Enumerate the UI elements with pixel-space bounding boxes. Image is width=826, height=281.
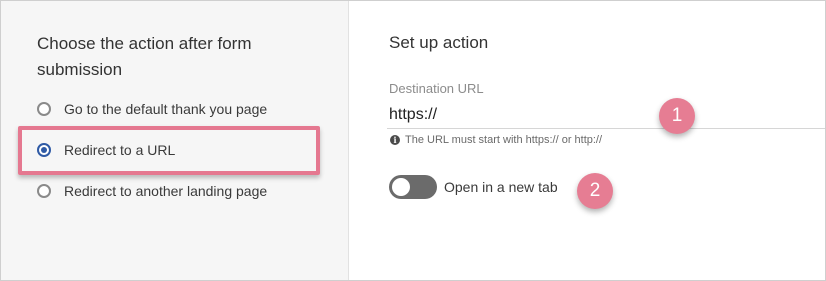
destination-url-input[interactable] bbox=[387, 101, 825, 129]
setup-action-title: Set up action bbox=[389, 33, 489, 52]
callout-badge-1: 1 bbox=[659, 98, 695, 134]
radio-default-thank-you[interactable] bbox=[37, 102, 51, 116]
option-default-thank-you[interactable]: Go to the default thank you page bbox=[37, 97, 267, 121]
radio-redirect-landing-page[interactable] bbox=[37, 184, 51, 198]
callout-badge-2: 2 bbox=[577, 173, 613, 209]
destination-url-label: Destination URL bbox=[389, 81, 484, 96]
option-redirect-landing-page-label: Redirect to another landing page bbox=[64, 183, 268, 199]
new-tab-toggle-row: Open in a new tab bbox=[389, 175, 558, 199]
new-tab-toggle[interactable] bbox=[389, 175, 437, 199]
info-icon: i bbox=[390, 135, 400, 145]
action-choice-title: Choose the action after form submission bbox=[37, 34, 252, 79]
option-default-thank-you-label: Go to the default thank you page bbox=[64, 101, 268, 117]
form-action-dialog: Choose the action after form submission … bbox=[0, 0, 826, 281]
toggle-knob bbox=[392, 178, 410, 196]
selected-option-highlight bbox=[18, 126, 320, 175]
new-tab-toggle-label: Open in a new tab bbox=[444, 179, 558, 195]
destination-url-helper: i The URL must start with https:// or ht… bbox=[390, 134, 602, 146]
option-redirect-landing-page[interactable]: Redirect to another landing page bbox=[37, 179, 267, 203]
destination-url-helper-text: The URL must start with https:// or http… bbox=[405, 134, 603, 146]
